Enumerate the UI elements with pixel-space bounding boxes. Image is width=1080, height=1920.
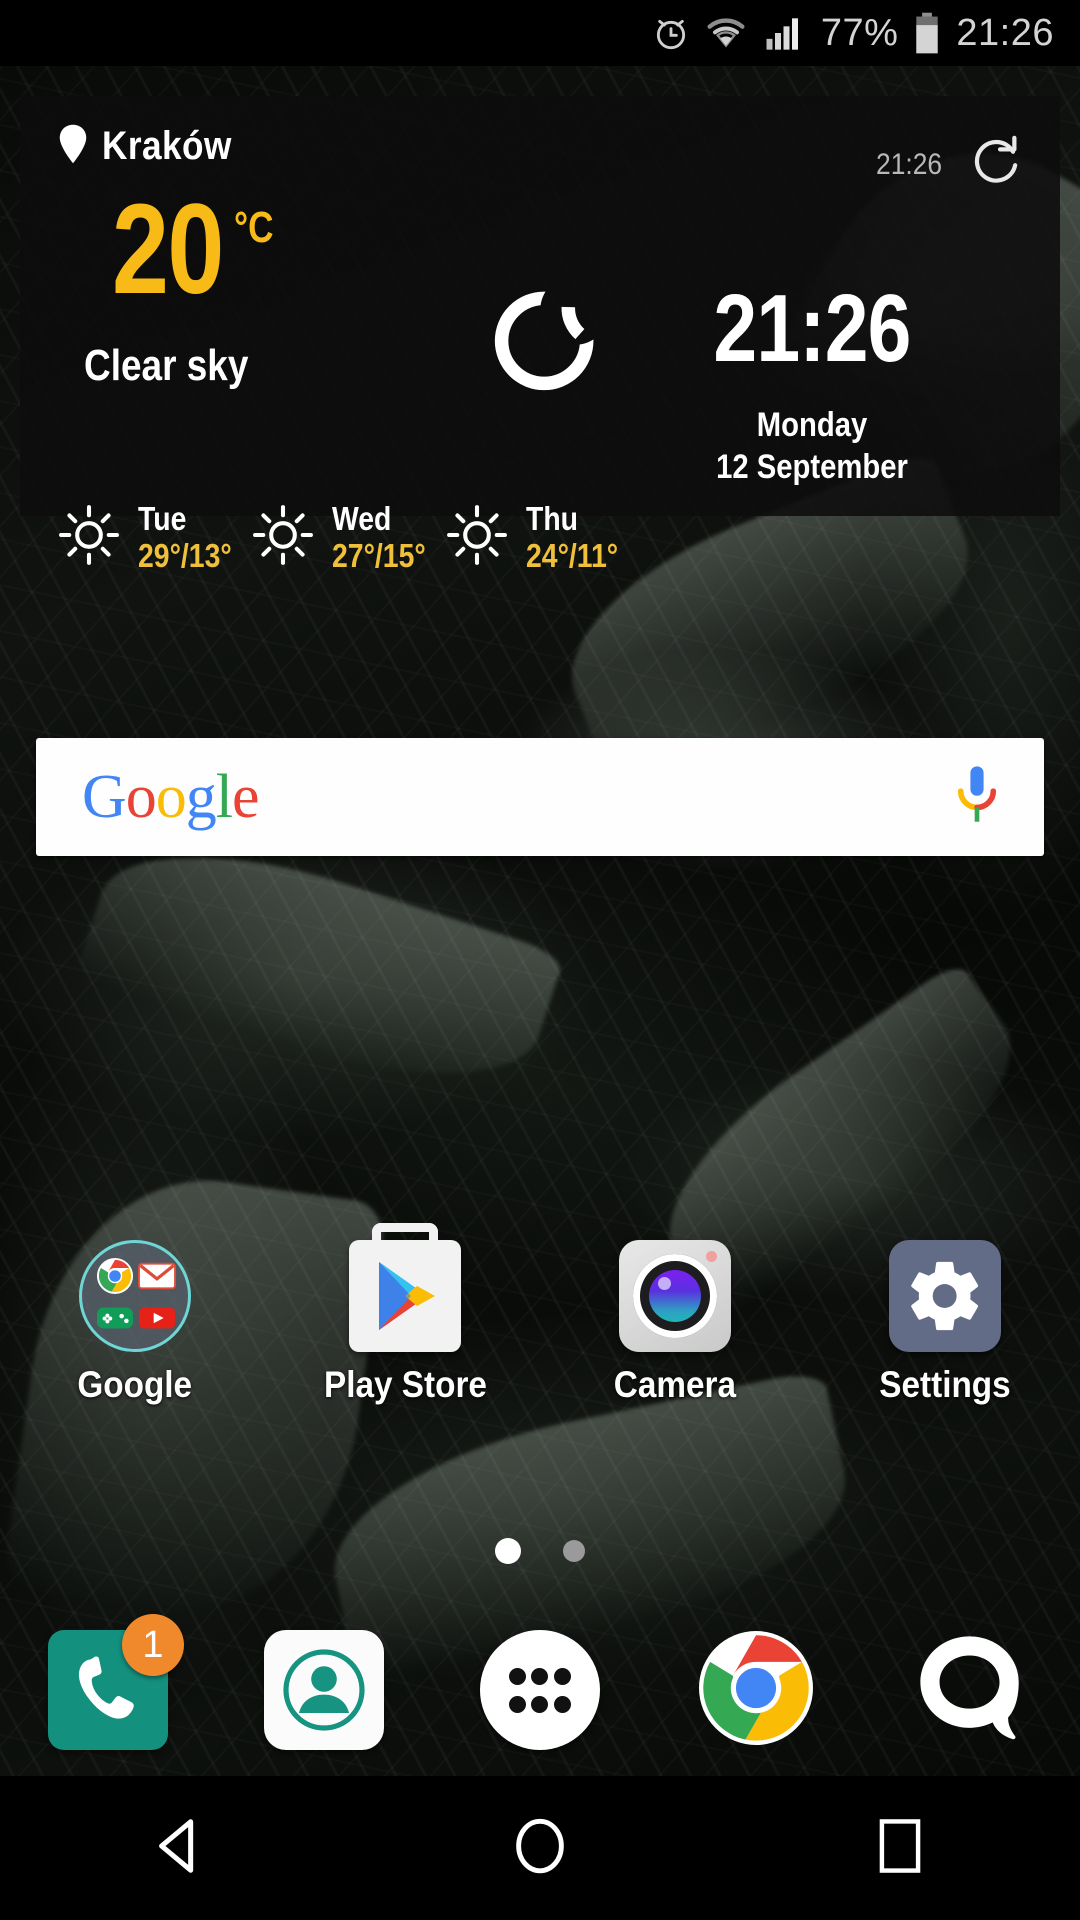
phone-handset-icon[interactable]: 1 [48, 1614, 184, 1750]
drawer-dot [554, 1695, 572, 1713]
google-logo: G o o g l e [82, 763, 260, 831]
play-store-icon[interactable] [349, 1240, 461, 1352]
weather-forecast-row: Tue 29°/13° Wed 27°/15° Thu 24°/11° [58, 501, 1022, 575]
forecast-item[interactable]: Wed 27°/15° [252, 501, 446, 575]
status-bar-clock: 21:26 [956, 11, 1054, 54]
forecast-temp-label: 29°/13° [138, 536, 232, 574]
forecast-day-label: Tue [138, 500, 187, 537]
forecast-temp-label: 24°/11° [526, 536, 619, 574]
weather-updated-time: 21:26 [875, 148, 942, 181]
back-triangle-icon [149, 1815, 211, 1882]
gmail-icon [138, 1257, 176, 1295]
nav-home-button[interactable] [360, 1816, 720, 1881]
dock-item-chrome[interactable] [648, 1628, 864, 1753]
alarm-icon [651, 13, 691, 53]
page-dot-active[interactable] [495, 1538, 521, 1564]
google-logo-letter: l [215, 763, 233, 831]
app-label-settings: Settings [879, 1364, 1011, 1405]
app-icon-settings[interactable]: Settings [810, 1240, 1080, 1440]
forecast-day-label: Thu [526, 500, 579, 537]
drawer-dot [531, 1695, 549, 1713]
dock-item-contacts[interactable] [216, 1630, 432, 1750]
camera-ring [633, 1254, 717, 1338]
app-drawer-dots-icon[interactable] [480, 1630, 600, 1750]
navigation-bar [0, 1776, 1080, 1920]
app-icon-camera[interactable]: Camera [540, 1240, 810, 1440]
battery-icon [912, 12, 942, 54]
play-games-icon [96, 1299, 134, 1337]
weather-clock: 21:26 [713, 275, 911, 382]
app-label-camera: Camera [613, 1364, 737, 1405]
google-logo-letter: e [232, 763, 260, 831]
camera-lens [649, 1270, 701, 1322]
recents-square-icon [872, 1817, 928, 1880]
drawer-dot [508, 1667, 526, 1685]
forecast-temp-label: 27°/15° [332, 536, 426, 574]
microphone-icon[interactable] [950, 764, 1004, 831]
weather-location[interactable]: Kraków [58, 124, 250, 169]
weather-widget[interactable]: Kraków 20 °C Clear sky 21:26 Monday 12 S… [20, 96, 1060, 574]
app-label-google: Google [77, 1364, 193, 1405]
drawer-dot [508, 1695, 526, 1713]
google-search-bar[interactable]: G o o g l e [36, 738, 1044, 856]
sun-icon [58, 504, 120, 571]
camera-flash-dot [706, 1251, 717, 1262]
app-icon-play-store[interactable]: Play Store [270, 1240, 540, 1440]
weather-temperature-block: 20 °C [112, 178, 284, 321]
camera-icon[interactable] [619, 1240, 731, 1352]
signal-icon [761, 13, 807, 53]
dock-item-app-drawer[interactable] [432, 1630, 648, 1750]
weather-temperature-unit: °C [234, 203, 274, 252]
google-folder-icon[interactable] [79, 1240, 191, 1352]
app-icon-grid: Google Play Store Camera Settings [0, 1240, 1080, 1440]
dock-item-phone[interactable]: 1 [0, 1614, 216, 1750]
forecast-day-label: Wed [332, 500, 392, 537]
page-indicator [0, 1538, 1080, 1564]
speech-bubble-icon[interactable] [913, 1629, 1031, 1752]
google-logo-letter: o [155, 763, 187, 831]
drawer-dot [554, 1667, 572, 1685]
dock-item-messaging[interactable] [864, 1629, 1080, 1752]
google-logo-letter: G [82, 763, 127, 831]
sun-icon [446, 504, 508, 571]
youtube-icon [138, 1299, 176, 1337]
weather-date-label: 12 September [716, 448, 908, 486]
weather-temperature-value: 20 [112, 178, 224, 321]
sun-icon [252, 504, 314, 571]
chrome-icon [96, 1257, 134, 1295]
app-label-play-store: Play Store [323, 1364, 487, 1405]
google-logo-letter: o [125, 763, 157, 831]
google-logo-letter: g [185, 763, 217, 831]
location-pin-icon [58, 124, 88, 169]
refresh-icon[interactable] [970, 134, 1024, 193]
wifi-icon [705, 13, 747, 53]
dock: 1 [0, 1605, 1080, 1775]
chrome-icon[interactable] [696, 1628, 816, 1753]
weather-city-label: Kraków [102, 124, 232, 168]
settings-gear-icon[interactable] [889, 1240, 1001, 1352]
nav-back-button[interactable] [0, 1815, 360, 1882]
drawer-dot [531, 1667, 549, 1685]
weather-day-label: Monday [756, 406, 868, 444]
phone-notification-badge: 1 [122, 1614, 184, 1676]
wallpaper-leaf [74, 813, 566, 1117]
forecast-item[interactable]: Tue 29°/13° [58, 501, 252, 575]
contacts-person-icon[interactable] [264, 1630, 384, 1750]
weather-condition-label: Clear sky [84, 341, 249, 390]
home-circle-icon [510, 1816, 570, 1881]
crescent-moon-icon [490, 279, 606, 400]
app-icon-google-folder[interactable]: Google [0, 1240, 270, 1440]
page-dot-inactive[interactable] [563, 1540, 585, 1562]
nav-recents-button[interactable] [720, 1817, 1080, 1880]
battery-percent-label: 77% [820, 11, 899, 54]
status-bar: 77% 21:26 [0, 0, 1080, 66]
forecast-item[interactable]: Thu 24°/11° [446, 501, 640, 575]
